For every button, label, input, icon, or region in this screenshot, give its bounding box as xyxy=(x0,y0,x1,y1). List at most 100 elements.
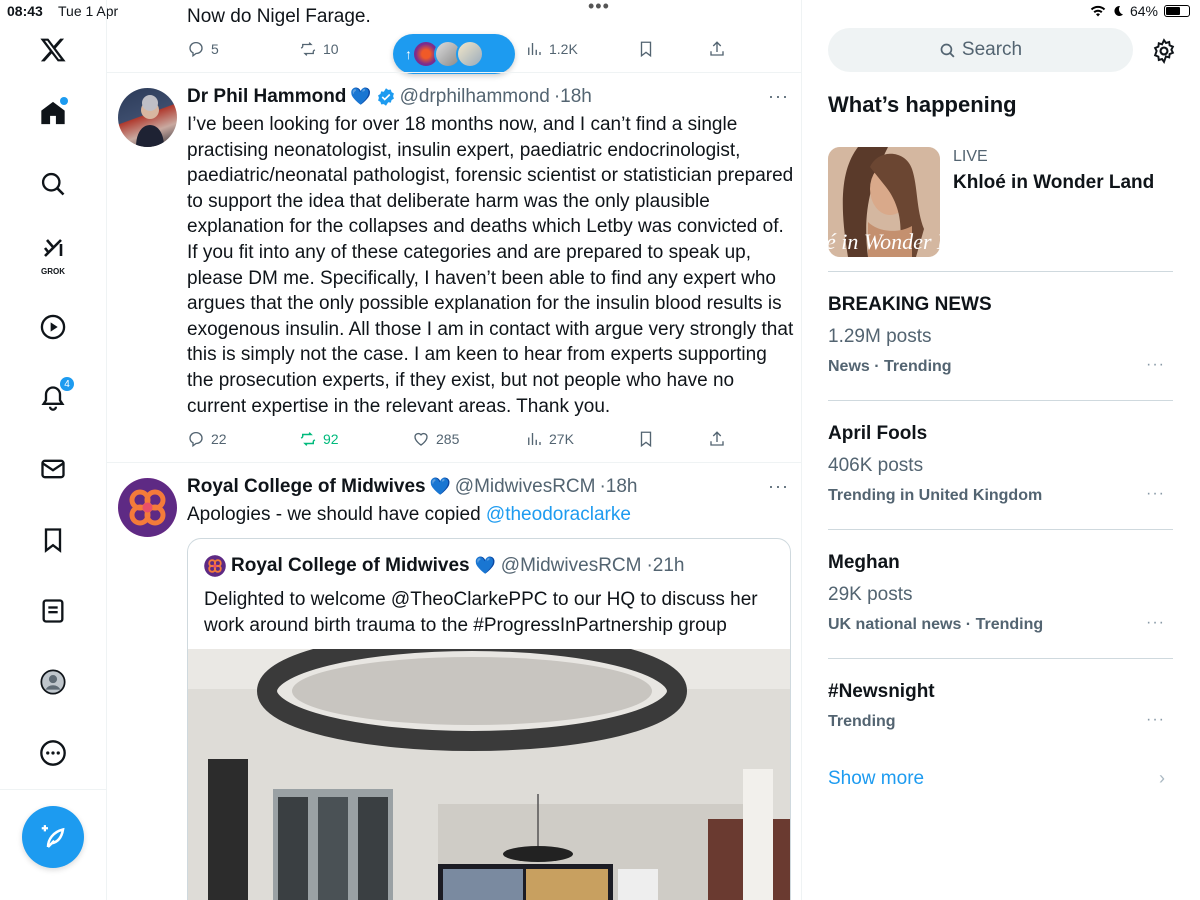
repost-icon xyxy=(300,432,316,446)
compose-icon xyxy=(41,825,65,848)
search-icon xyxy=(940,43,955,58)
share-button[interactable] xyxy=(708,430,726,448)
reply-count: 5 xyxy=(211,41,219,57)
tweet-text: I’ve been looking for over 18 months now… xyxy=(187,114,794,417)
tweet-author-handle[interactable]: @drphilhammond xyxy=(400,86,550,108)
search-input[interactable]: Search xyxy=(828,28,1133,72)
avatar[interactable] xyxy=(118,478,177,537)
share-button[interactable] xyxy=(708,40,726,58)
avatar[interactable] xyxy=(118,88,177,147)
trend-title: BREAKING NEWS xyxy=(828,294,992,315)
video-icon[interactable] xyxy=(37,311,69,343)
like-icon xyxy=(414,432,428,446)
trend-more-button[interactable]: ··· xyxy=(1146,356,1165,374)
quoted-author-name: Royal College of Midwives xyxy=(231,555,470,576)
tweet-divider xyxy=(107,72,801,73)
pill-avatar xyxy=(456,40,484,68)
like-button[interactable]: 285 xyxy=(412,430,459,448)
reply-icon xyxy=(189,41,203,58)
search-placeholder: Search xyxy=(961,39,1023,60)
mail-icon[interactable] xyxy=(37,453,69,485)
reply-button[interactable]: 5 xyxy=(187,40,219,58)
left-nav: GROK 4 xyxy=(0,0,107,900)
new-posts-pill[interactable]: ↑ xyxy=(393,34,515,74)
tweet-divider xyxy=(107,462,801,463)
views-count: 1.2K xyxy=(549,41,578,57)
home-icon[interactable] xyxy=(37,97,69,129)
blue-heart-icon: 💙 xyxy=(474,556,496,575)
whats-happening-heading: What’s happening xyxy=(828,92,1017,117)
tweet-author-name[interactable]: Dr Phil Hammond xyxy=(187,86,346,108)
tweet-time[interactable]: ·18h xyxy=(599,476,637,498)
tweet-author-name[interactable]: Royal College of Midwives xyxy=(187,476,426,498)
share-icon xyxy=(710,431,724,446)
arrow-up-icon: ↑ xyxy=(405,46,412,62)
trend-title: #Newsnight xyxy=(828,681,935,702)
quoted-tweet[interactable]: Royal College of Midwives 💙 @MidwivesRCM… xyxy=(187,538,791,900)
tweet-author-handle[interactable]: @MidwivesRCM xyxy=(455,476,596,498)
bookmark-icon[interactable] xyxy=(37,524,69,556)
featured-image-text: é in Wonder L xyxy=(828,229,940,254)
trend-title: Meghan xyxy=(828,552,900,573)
trend-divider xyxy=(828,271,1173,272)
trend-meta: News · Trending xyxy=(828,358,952,375)
trend-divider xyxy=(828,529,1173,530)
list-icon[interactable] xyxy=(37,595,69,627)
quoted-media-image[interactable] xyxy=(188,649,790,900)
reply-button[interactable]: 22 xyxy=(187,430,227,448)
mention-link[interactable]: @theodoraclarke xyxy=(486,504,631,525)
featured-trend-image[interactable]: é in Wonder L xyxy=(828,147,940,257)
more-icon[interactable] xyxy=(37,737,69,769)
x-logo-icon[interactable] xyxy=(37,34,69,66)
trend-divider xyxy=(828,400,1173,401)
search-icon[interactable] xyxy=(37,168,69,200)
trend-more-button[interactable]: ··· xyxy=(1146,485,1165,503)
bell-icon[interactable]: 4 xyxy=(37,376,75,414)
bookmark-icon xyxy=(640,41,652,58)
trend-posts: 406K posts xyxy=(828,455,924,476)
compose-button[interactable] xyxy=(22,806,84,868)
trend-meta: UK national news · Trending xyxy=(828,616,1044,633)
tweet-time[interactable]: ·18h xyxy=(554,86,592,108)
quoted-time: ·21h xyxy=(646,555,685,576)
reply-icon xyxy=(189,431,203,448)
trend-meta: Trending in United Kingdom xyxy=(828,487,1043,504)
share-icon xyxy=(710,41,724,56)
featured-trend-title: Khloé in Wonder Land xyxy=(953,172,1155,193)
timeline: Now do Nigel Farage. 5 10 1.2K ↑ Dr Phil… xyxy=(107,0,802,900)
notification-count-badge: 4 xyxy=(59,376,75,392)
tweet-more-button[interactable]: ··· xyxy=(768,476,789,497)
trend-more-button[interactable]: ··· xyxy=(1146,614,1165,632)
chevron-right-icon: › xyxy=(1159,768,1165,788)
repost-count: 10 xyxy=(323,41,339,57)
quoted-avatar xyxy=(204,555,226,577)
profile-icon[interactable] xyxy=(37,666,69,698)
gear-icon[interactable] xyxy=(1151,38,1177,64)
views-icon xyxy=(528,43,541,55)
views-button[interactable]: 27K xyxy=(525,430,574,448)
views-button[interactable]: 1.2K xyxy=(525,40,578,58)
live-badge: LIVE xyxy=(953,148,988,165)
repost-button[interactable]: 92 xyxy=(299,430,339,448)
reply-count: 22 xyxy=(211,431,227,447)
right-sidebar: Search What’s happening é in Wonder L LI… xyxy=(803,0,1200,900)
tweet-text-content: Apologies - we should have copied xyxy=(187,504,486,525)
bookmark-icon xyxy=(640,431,652,448)
verified-badge-icon xyxy=(377,88,394,106)
trend-more-button[interactable]: ··· xyxy=(1146,711,1165,729)
bookmark-button[interactable] xyxy=(637,430,655,448)
home-unread-dot xyxy=(60,97,68,105)
grok-icon[interactable]: GROK xyxy=(37,236,69,276)
trend-posts: 29K posts xyxy=(828,584,913,605)
repost-button[interactable]: 10 xyxy=(299,40,339,58)
trend-divider xyxy=(828,658,1173,659)
tweet-more-button[interactable]: ··· xyxy=(768,86,789,107)
tweet-text: Apologies - we should have copied @theod… xyxy=(187,502,795,528)
repost-count: 92 xyxy=(323,431,339,447)
blue-heart-icon: 💙 xyxy=(429,477,451,496)
grok-label: GROK xyxy=(41,267,65,276)
show-more-link[interactable]: Show more xyxy=(828,768,924,790)
trend-posts: 1.29M posts xyxy=(828,326,932,347)
quoted-author-handle: @MidwivesRCM xyxy=(500,555,642,576)
bookmark-button[interactable] xyxy=(637,40,655,58)
